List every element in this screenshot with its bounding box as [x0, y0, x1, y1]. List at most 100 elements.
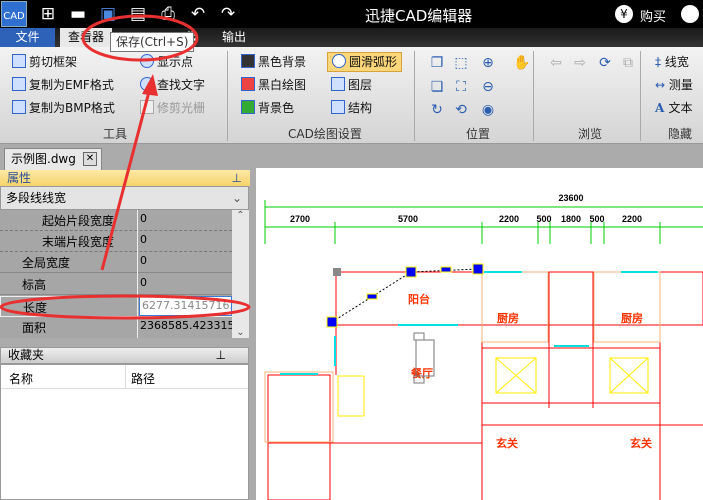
copy-view-icon[interactable]: ❐	[429, 55, 445, 71]
next-view-icon[interactable]: ⧉	[620, 55, 636, 71]
property-row[interactable]: 起始片段宽度 0	[0, 210, 232, 231]
drawing-canvas[interactable]: 23600 2700 5700 2200 500 1800 500 2200 阳…	[256, 168, 703, 500]
column-name[interactable]: 名称	[9, 370, 33, 387]
scroll-down-icon[interactable]: ⌄	[232, 327, 249, 338]
room-label: 玄关	[630, 436, 652, 450]
dimension-label: 2700	[290, 214, 310, 224]
pan-hand-icon[interactable]: ✋	[513, 55, 530, 71]
grip-handle[interactable]	[366, 293, 378, 300]
dimension-total: 23600	[558, 193, 583, 203]
copy-bmp-button[interactable]: 复制为BMP格式	[12, 98, 115, 118]
line-width-button[interactable]: ‡ 线宽	[655, 52, 689, 72]
property-key: 长度	[23, 301, 48, 315]
undo-icon[interactable]: ↶	[188, 4, 208, 24]
property-key: 起始片段宽度	[42, 214, 115, 228]
back-arrow-icon[interactable]: ⇦	[548, 55, 564, 71]
title-bar: CAD ⊞ ▬ ▣ ▤ ⎙ ↶ ↷ 迅捷CAD编辑器 ¥ 购买	[0, 0, 703, 28]
property-key: 面积	[22, 321, 47, 335]
property-row[interactable]: 末端片段宽度 0	[0, 231, 232, 252]
forward-arrow-icon[interactable]: ⇨	[572, 55, 588, 71]
room-label: 阳台	[408, 292, 430, 306]
pin-icon[interactable]: ⊥	[232, 170, 242, 186]
scroll-up-icon[interactable]: ⌃	[232, 210, 249, 221]
structure-icon	[331, 100, 345, 114]
selected-polyline[interactable]	[326, 263, 484, 328]
fit-extents-icon[interactable]: ⛶	[453, 79, 469, 95]
properties-title: 属性	[7, 171, 32, 185]
tab-file[interactable]: 文件	[0, 28, 55, 47]
dimension-label: 500	[589, 214, 604, 224]
text-button[interactable]: A 文本	[655, 98, 693, 118]
grip-handle[interactable]	[472, 263, 484, 275]
show-points-button[interactable]: 显示点	[140, 52, 193, 72]
property-row[interactable]: 全局宽度 0	[0, 252, 232, 273]
buy-button[interactable]: 购买	[640, 6, 666, 25]
trim-raster-button[interactable]: 修剪光栅	[140, 98, 205, 118]
bg-color-icon	[241, 100, 255, 114]
redo-icon[interactable]: ↷	[218, 4, 238, 24]
dimension-label: 2200	[499, 214, 519, 224]
new-file-icon[interactable]: ⊞	[38, 4, 58, 24]
grip-handle[interactable]	[405, 266, 417, 278]
grip-handle[interactable]	[326, 316, 338, 328]
property-value: 0	[140, 276, 147, 289]
user-icon[interactable]	[681, 5, 699, 23]
group-label-tools: 工具	[103, 127, 128, 141]
object-type-select[interactable]: 多段线线宽 ⌄	[0, 186, 249, 210]
arc-icon	[332, 54, 346, 68]
dimension-label: 2200	[622, 214, 642, 224]
column-path[interactable]: 路径	[131, 370, 155, 387]
document-tab-label: 示例图.dwg	[11, 152, 76, 166]
properties-scrollbar[interactable]: ⌃ ⌄	[232, 210, 249, 338]
favorites-columns: 名称 路径	[1, 365, 248, 389]
tab-output[interactable]: 输出	[214, 28, 254, 47]
group-label-browse: 浏览	[578, 127, 603, 141]
black-white-button[interactable]: 黑白绘图	[241, 75, 306, 95]
divider	[533, 51, 534, 141]
length-input[interactable]: 6277.314157163	[139, 296, 232, 316]
property-value: 0	[140, 233, 147, 246]
tab-viewer[interactable]: 查看器	[60, 28, 113, 47]
save-icon[interactable]: ▣	[98, 4, 118, 24]
smooth-arc-button[interactable]: 圆滑弧形	[327, 52, 403, 72]
print-icon[interactable]: ⎙	[158, 4, 178, 24]
black-background-button[interactable]: 黑色背景	[241, 52, 306, 72]
crop-frame-button[interactable]: 剪切框架	[12, 52, 77, 72]
room-label: 玄关	[496, 436, 518, 450]
property-row[interactable]: 面积 2368585.42331567	[0, 317, 232, 338]
zoom-in-icon[interactable]: ⊕	[480, 55, 496, 71]
document-tab[interactable]: 示例图.dwg ✕	[4, 148, 102, 170]
menu-bar: 文件 查看器 级 输出	[0, 28, 703, 47]
structure-button[interactable]: 结构	[331, 98, 372, 118]
property-value: 0	[140, 254, 147, 267]
grip-handle[interactable]	[333, 268, 341, 276]
group-label-hide: 隐藏	[668, 127, 693, 141]
restore-view-icon[interactable]: ⟳	[597, 55, 613, 71]
layers-button[interactable]: 图层	[331, 75, 372, 95]
property-row[interactable]: 标高 0	[0, 274, 232, 295]
grip-handle[interactable]	[440, 266, 452, 273]
save-pdf-icon[interactable]: ▤	[128, 4, 148, 24]
orbit-icon[interactable]: ◉	[480, 102, 496, 118]
zoom-previous-icon[interactable]: ⟲	[453, 102, 469, 118]
find-text-button[interactable]: 查找文字	[140, 75, 205, 95]
emf-icon	[12, 77, 26, 91]
paste-view-icon[interactable]: ❏	[429, 79, 445, 95]
measure-button[interactable]: ↔ 测量	[655, 75, 693, 95]
zoom-window-icon[interactable]: ⬚	[453, 55, 469, 71]
chevron-down-icon: ⌄	[231, 191, 242, 205]
divider	[414, 51, 415, 141]
yen-icon[interactable]: ¥	[615, 5, 633, 23]
rotate-icon[interactable]: ↻	[429, 102, 445, 118]
save-tooltip: 保存(Ctrl+S)	[110, 32, 195, 52]
measure-icon: ↔	[655, 78, 669, 92]
background-color-button[interactable]: 背景色	[241, 98, 294, 118]
line-width-icon: ‡	[655, 55, 665, 69]
copy-emf-button[interactable]: 复制为EMF格式	[12, 75, 114, 95]
close-icon[interactable]: ✕	[83, 152, 97, 166]
dimension-label: 1800	[561, 214, 581, 224]
zoom-out-icon[interactable]: ⊖	[480, 79, 496, 95]
open-folder-icon[interactable]: ▬	[68, 4, 88, 24]
pin-icon[interactable]: ⊥	[216, 348, 226, 363]
crop-icon	[12, 54, 26, 68]
